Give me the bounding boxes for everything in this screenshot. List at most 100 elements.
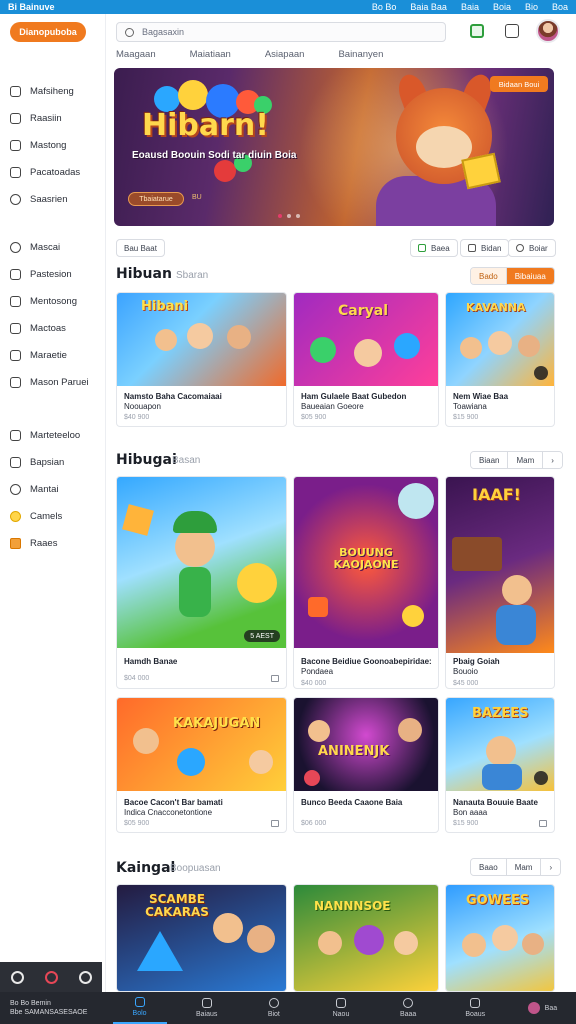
filter-pill[interactable]: Bidan bbox=[460, 239, 510, 257]
toggle-option[interactable]: Bibaiuaa bbox=[505, 268, 554, 284]
wallet-icon[interactable] bbox=[470, 24, 484, 38]
chat-icon[interactable] bbox=[78, 970, 92, 984]
game-card[interactable]: GOWEES bbox=[445, 884, 555, 992]
game-card[interactable]: NANNNSOE bbox=[293, 884, 439, 992]
sidebar-item[interactable]: Raaes bbox=[0, 530, 106, 557]
chevron-right-icon[interactable]: › bbox=[542, 452, 562, 468]
game-card[interactable]: BAZEES Nanauta Bouuie Baate Bon aaaa $15… bbox=[445, 697, 555, 833]
toggle-option[interactable]: Biaan bbox=[471, 452, 508, 468]
save-icon[interactable] bbox=[539, 820, 547, 827]
filter-left[interactable]: Bau Baat bbox=[116, 239, 165, 257]
tab[interactable]: Maiatiaan bbox=[190, 49, 231, 60]
sidebar-item[interactable]: Mentosong bbox=[0, 288, 106, 315]
heart-icon[interactable] bbox=[44, 970, 58, 984]
game-card[interactable]: SCAMBE CAKARAS bbox=[116, 884, 287, 992]
game-card[interactable]: BOUUNG KAOJAONE Bacone Beidiue Goonoabep… bbox=[293, 476, 439, 689]
sidebar-item[interactable]: Mantai bbox=[0, 476, 106, 503]
sidebar-item-label: Mactoas bbox=[30, 323, 66, 334]
play-icon[interactable] bbox=[534, 366, 548, 380]
section-toggle: Baao Mam › bbox=[470, 858, 562, 876]
link-icon bbox=[10, 242, 21, 253]
carousel-dots[interactable] bbox=[278, 214, 300, 218]
bottom-nav-item[interactable]: Naou bbox=[314, 992, 368, 1024]
sidebar-item[interactable]: Raasiin bbox=[0, 105, 106, 132]
bottom-nav-item[interactable]: Baiaus bbox=[180, 992, 234, 1024]
notification-icon[interactable] bbox=[505, 24, 519, 38]
game-thumbnail: BOUUNG KAOJAONE bbox=[294, 477, 438, 648]
bottom-nav-account[interactable]: Baa bbox=[515, 992, 569, 1024]
tab[interactable]: Maagaan bbox=[116, 49, 156, 60]
sidebar-item-label: Mafsiheng bbox=[30, 86, 74, 97]
play-icon[interactable] bbox=[534, 771, 548, 785]
sidebar-cta-button[interactable]: Dianopuboba bbox=[10, 22, 86, 42]
game-card[interactable]: 5 AEST Hamdh Banae $04 000 bbox=[116, 476, 287, 689]
shield-icon bbox=[10, 377, 21, 388]
card-meta: $05 900 bbox=[301, 414, 327, 421]
bottom-nav-item[interactable]: Biot bbox=[247, 992, 301, 1024]
hero-button[interactable]: Tbaiatarue bbox=[128, 192, 184, 206]
list-icon bbox=[516, 244, 524, 252]
tab[interactable]: Asiapaan bbox=[265, 49, 305, 60]
card-title: Namsto Baha Cacomaiaai bbox=[124, 392, 222, 401]
bottom-nav-item[interactable]: Boaus bbox=[448, 992, 502, 1024]
system-link[interactable]: Boia bbox=[493, 2, 511, 12]
game-card[interactable]: KAKAJUGAN Bacoe Cacon't Bar bamati Indic… bbox=[116, 697, 287, 833]
sidebar-item[interactable]: Camels bbox=[0, 503, 106, 530]
toggle-option[interactable]: Baao bbox=[471, 859, 506, 875]
moon-icon[interactable] bbox=[10, 970, 24, 984]
save-icon[interactable] bbox=[271, 820, 279, 827]
sidebar-item-label: Raaes bbox=[30, 538, 58, 549]
game-card[interactable]: KAVANNA Nem Wiae Baa Toawiana $15 900 bbox=[445, 292, 555, 427]
avatar bbox=[527, 1002, 540, 1014]
chevron-right-icon[interactable]: › bbox=[540, 859, 561, 875]
system-link[interactable]: Boa bbox=[552, 2, 568, 12]
bottom-nav-item[interactable]: Bolo bbox=[112, 992, 167, 1024]
system-link[interactable]: Baia Baa bbox=[410, 2, 447, 12]
game-card[interactable]: IAAF! Pbaig Goiah Bouoio $45 000 bbox=[445, 476, 555, 689]
sidebar-item[interactable]: Mastong bbox=[0, 132, 106, 159]
avatar[interactable] bbox=[536, 19, 560, 43]
sidebar-item[interactable]: Mafsiheng bbox=[0, 78, 106, 105]
save-icon[interactable] bbox=[271, 675, 279, 682]
filter-label: Boiar bbox=[529, 243, 548, 253]
system-link[interactable]: Bo Bo bbox=[372, 2, 397, 12]
sidebar-item[interactable]: Mason Paruei bbox=[0, 369, 106, 396]
hero-subtitle: Eoausd Boouin Sodi tar diuin Boia bbox=[132, 150, 297, 161]
card-subtitle: Indica Cnacconetontione bbox=[124, 808, 213, 817]
rocket-icon bbox=[10, 457, 21, 468]
hero-banner[interactable]: Hibarn! Eoausd Boouin Sodi tar diuin Boi… bbox=[114, 68, 554, 226]
filter-pill[interactable]: Baea bbox=[410, 239, 458, 257]
card-subtitle: Toawiana bbox=[453, 402, 487, 411]
game-card[interactable]: ANINENJK Bunco Beeda Caaone Baia $06 000 bbox=[293, 697, 439, 833]
filter-label: Bidan bbox=[481, 243, 502, 253]
sidebar-item[interactable]: Pastesion bbox=[0, 261, 106, 288]
search-input[interactable]: Bagasaxin bbox=[116, 22, 446, 42]
search-value: Bagasaxin bbox=[142, 27, 185, 37]
game-thumbnail: NANNNSOE bbox=[294, 885, 438, 991]
sidebar-item[interactable]: Mascai bbox=[0, 234, 106, 261]
sidebar-item[interactable]: Marteteeloo bbox=[0, 422, 106, 449]
sidebar-item[interactable]: Bapsian bbox=[0, 449, 106, 476]
sidebar-item[interactable]: Mactoas bbox=[0, 315, 106, 342]
toggle-option[interactable]: Bado bbox=[471, 268, 506, 284]
card-meta: $15 900 bbox=[453, 414, 479, 421]
game-card[interactable]: Caryal Ham Gulaele Baat Gubedon Baueaian… bbox=[293, 292, 439, 427]
game-card[interactable]: Hibani Namsto Baha Cacomaiaai Noouapon $… bbox=[116, 292, 287, 427]
tab[interactable]: Bainanyen bbox=[338, 49, 383, 60]
card-title: Hamdh Banae bbox=[124, 657, 178, 666]
system-link[interactable]: Bio bbox=[525, 2, 538, 12]
bottom-nav-item[interactable]: Baaa bbox=[381, 992, 435, 1024]
play-icon bbox=[10, 350, 21, 361]
sidebar-item[interactable]: Pacatoadas bbox=[0, 159, 106, 186]
filter-pill[interactable]: Boiar bbox=[508, 239, 556, 257]
system-link[interactable]: Baia bbox=[461, 2, 479, 12]
sidebar-item[interactable]: Saasrien bbox=[0, 186, 106, 213]
sidebar-item[interactable]: Maraetie bbox=[0, 342, 106, 369]
section-title: Kaingal bbox=[116, 860, 176, 876]
toggle-option[interactable]: Mam bbox=[507, 452, 543, 468]
sidebar-item-label: Saasrien bbox=[30, 194, 68, 205]
app-brand[interactable]: Bi Bainuve bbox=[8, 2, 55, 12]
toggle-option[interactable]: Mam bbox=[505, 859, 541, 875]
game-thumbnail: IAAF! bbox=[446, 477, 554, 653]
hero-badge[interactable]: Bidaan Boui bbox=[490, 76, 548, 92]
